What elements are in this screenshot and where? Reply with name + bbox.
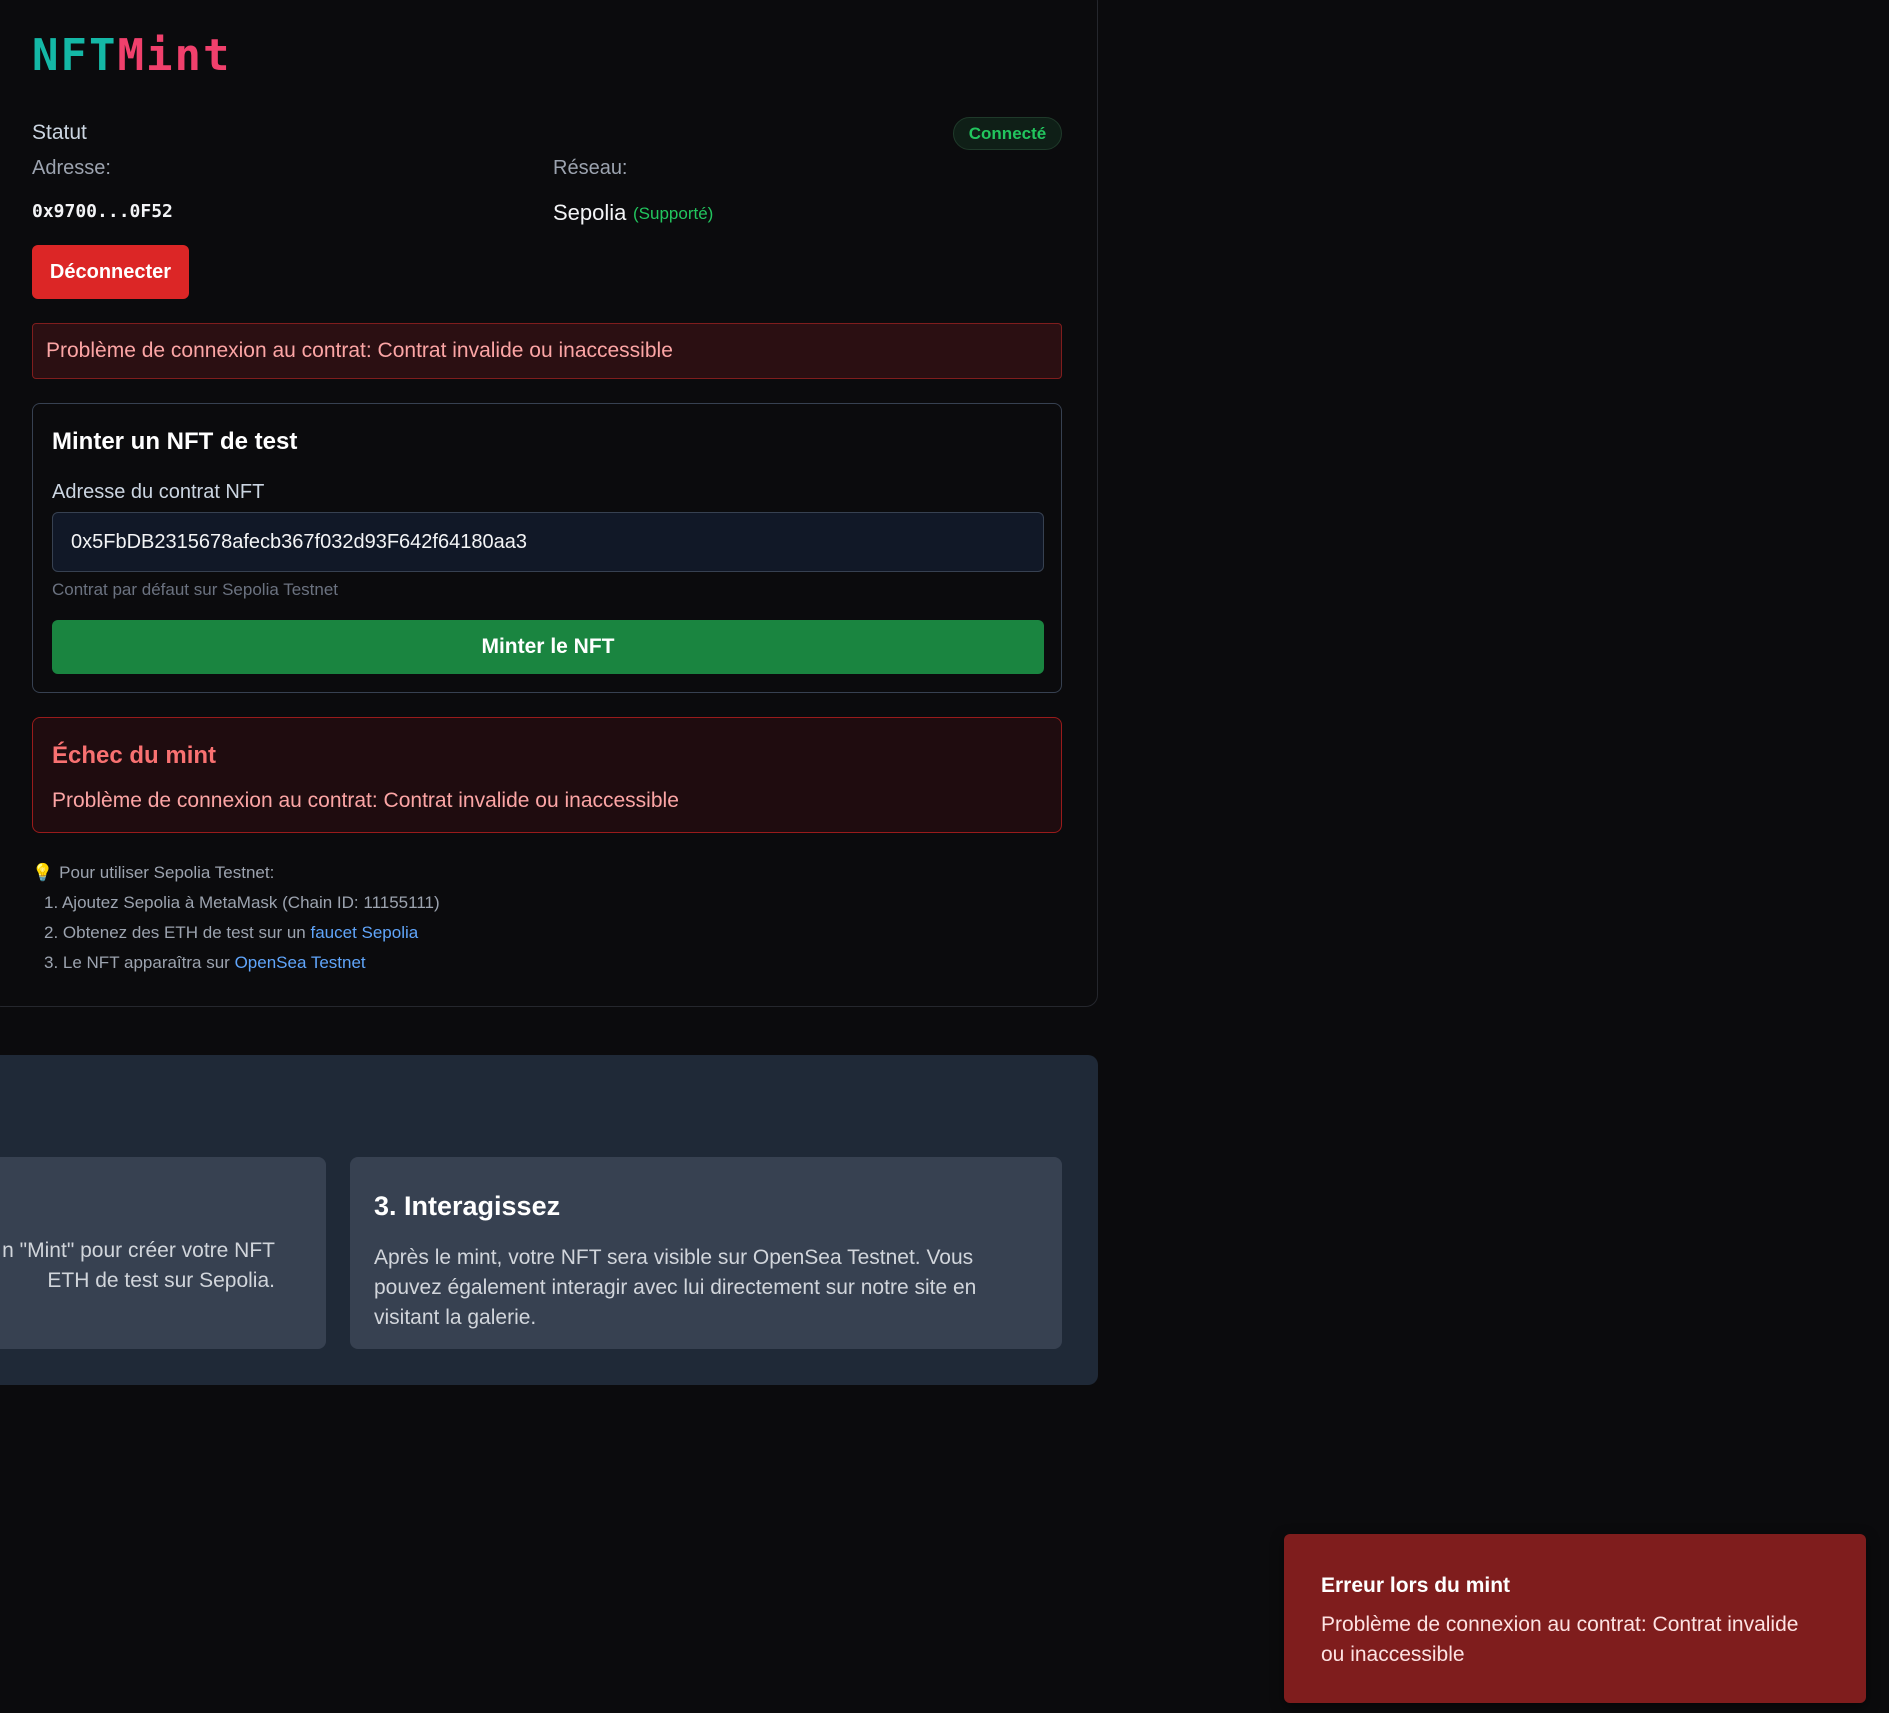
step-card-3-text: Après le mint, votre NFT sera visible su… [374, 1246, 977, 1329]
how-it-works-section: n "Mint" pour créer votre NFT ETH de tes… [0, 1055, 1098, 1385]
status-label: Statut [32, 121, 87, 144]
step-card-3: 3. Interagissez Après le mint, votre NFT… [350, 1157, 1062, 1349]
mint-error-title: Échec du mint [52, 742, 217, 769]
tips-step-3: 3. Le NFT apparaîtra sur OpenSea Testnet [32, 948, 440, 978]
sepolia-tips: 💡 Pour utiliser Sepolia Testnet: 1. Ajout… [32, 858, 440, 978]
contract-error-banner: Problème de connexion au contrat: Contra… [32, 323, 1062, 379]
step-card-2: n "Mint" pour créer votre NFT ETH de tes… [0, 1157, 326, 1349]
tips-intro-line: 💡 Pour utiliser Sepolia Testnet: [32, 858, 440, 888]
step-card-2-line-1: n "Mint" pour créer votre NFT [2, 1239, 275, 1262]
status-badge: Connecté [953, 117, 1062, 150]
tips-step-3-text: 3. Le NFT apparaîtra sur [44, 953, 235, 972]
toast-title: Erreur lors du mint [1321, 1574, 1511, 1597]
wallet-address: 0x9700...0F52 [32, 201, 173, 222]
step-card-3-title: 3. Interagissez [374, 1191, 561, 1221]
mint-nft-button[interactable]: Minter le NFT [52, 620, 1044, 674]
tips-intro: Pour utiliser Sepolia Testnet: [59, 863, 275, 882]
error-toast[interactable]: Erreur lors du mint Problème de connexio… [1284, 1534, 1866, 1703]
contract-address-hint: Contrat par défaut sur Sepolia Testnet [52, 580, 339, 599]
logo-mint-text: Mint [117, 30, 232, 81]
contract-address-label: Adresse du contrat NFT [52, 481, 265, 503]
logo-nft-text: NFT [32, 30, 118, 81]
mint-form-card: Minter un NFT de test Adresse du contrat… [32, 403, 1062, 693]
toast-message: Problème de connexion au contrat: Contra… [1321, 1613, 1799, 1666]
tips-step-2-text: 2. Obtenez des ETH de test sur un [44, 923, 311, 942]
step-card-2-line-2: ETH de test sur Sepolia. [41, 1269, 275, 1292]
disconnect-button[interactable]: Déconnecter [32, 245, 189, 299]
mint-error-card: Échec du mint Problème de connexion au c… [32, 717, 1062, 833]
app-logo[interactable]: NFTMint [32, 34, 231, 78]
wallet-card: NFTMint Statut Connecté Adresse: 0x9700.… [0, 0, 1098, 1007]
network-name: Sepolia [553, 200, 627, 225]
mint-error-message: Problème de connexion au contrat: Contra… [52, 789, 679, 812]
network-support-status: (Supporté) [633, 204, 714, 223]
opensea-testnet-link[interactable]: OpenSea Testnet [235, 953, 366, 972]
tips-step-1: 1. Ajoutez Sepolia à MetaMask (Chain ID:… [44, 893, 440, 912]
tips-step-2: 2. Obtenez des ETH de test sur un faucet… [32, 918, 440, 948]
contract-address-input[interactable] [52, 512, 1044, 572]
mint-form-title: Minter un NFT de test [52, 428, 298, 455]
step-card-2-text: n "Mint" pour créer votre NFT ETH de tes… [0, 1236, 275, 1296]
network-label: Réseau: [553, 157, 628, 179]
faucet-sepolia-link[interactable]: faucet Sepolia [310, 923, 418, 942]
address-label: Adresse: [32, 157, 111, 179]
lightbulb-icon: 💡 [32, 863, 54, 882]
